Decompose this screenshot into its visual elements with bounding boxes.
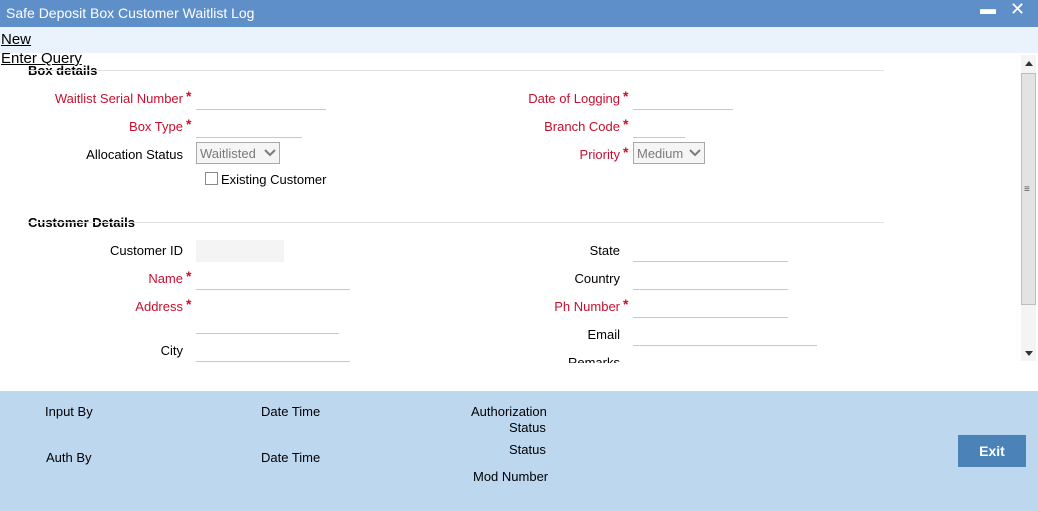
email-input[interactable] [633,324,817,346]
ph-number-input[interactable] [633,296,788,318]
section-divider [28,70,884,71]
name-input[interactable] [196,268,350,290]
date-time-label: Date Time [261,450,321,465]
state-label: State [589,243,620,258]
customer-id-input[interactable] [196,240,284,262]
remarks-label: Remarks [567,355,620,363]
required-marker: * [623,116,629,132]
status-label: Status [509,442,546,457]
priority-label: Priority [579,147,620,162]
title-bar: Safe Deposit Box Customer Waitlist Log ▬… [0,0,1038,27]
country-input[interactable] [633,268,788,290]
scroll-down-icon[interactable] [1021,345,1036,361]
menu-bar [0,27,1038,53]
required-marker: * [623,144,629,160]
priority-value: Medium [637,145,684,161]
input-by-label: Input By [45,404,93,419]
required-marker: * [186,88,192,104]
window-title: Safe Deposit Box Customer Waitlist Log [6,5,255,21]
email-label: Email [587,327,620,342]
waitlist-serial-number-input[interactable] [196,88,326,110]
allocation-status-label: Allocation Status [86,147,183,162]
scroll-grip-icon: ≡ [1024,184,1030,195]
exit-button[interactable]: Exit [958,435,1026,467]
required-marker: * [623,296,629,312]
date-of-logging-label: Date of Logging [528,91,620,106]
required-marker: * [186,296,192,312]
section-divider [28,222,884,223]
required-marker: * [623,88,629,104]
auth-by-label: Auth By [46,450,92,465]
box-type-input[interactable] [196,116,302,138]
branch-code-label: Branch Code [544,119,620,134]
state-input[interactable] [633,240,788,262]
close-icon[interactable]: ✕ [1010,0,1025,20]
form-area: Box details Waitlist Serial Number * Dat… [0,53,1038,363]
allocation-status-select[interactable]: Waitlisted [196,142,280,164]
minimize-icon[interactable]: ▬ [980,1,996,19]
waitlist-serial-number-label: Waitlist Serial Number [54,91,183,106]
city-label: City [160,343,183,358]
allocation-status-value: Waitlisted [200,145,256,161]
chevron-down-icon [261,143,279,163]
address-label: Address [135,299,183,314]
new-link[interactable]: New [1,31,31,48]
country-label: Country [574,271,620,286]
mod-number-label: Mod Number [473,469,549,484]
required-marker: * [186,116,192,132]
address-line2-input[interactable] [196,312,339,334]
branch-code-input[interactable] [633,116,685,138]
chevron-down-icon [686,143,704,163]
existing-customer-label: Existing Customer [221,172,327,187]
name-label: Name [148,271,183,286]
customer-id-label: Customer ID [110,243,183,258]
date-of-logging-input[interactable] [633,88,733,110]
scroll-up-icon[interactable] [1021,55,1036,71]
date-time-label: Date Time [261,404,321,419]
authorization-status-label-line1: Authorization [471,404,547,419]
required-marker: * [186,268,192,284]
ph-number-label: Ph Number [554,299,620,314]
existing-customer-checkbox[interactable] [205,172,218,185]
city-input[interactable] [196,340,350,362]
box-type-label: Box Type [129,119,183,134]
priority-select[interactable]: Medium [633,142,705,164]
authorization-status-label-line2: Status [509,420,546,435]
